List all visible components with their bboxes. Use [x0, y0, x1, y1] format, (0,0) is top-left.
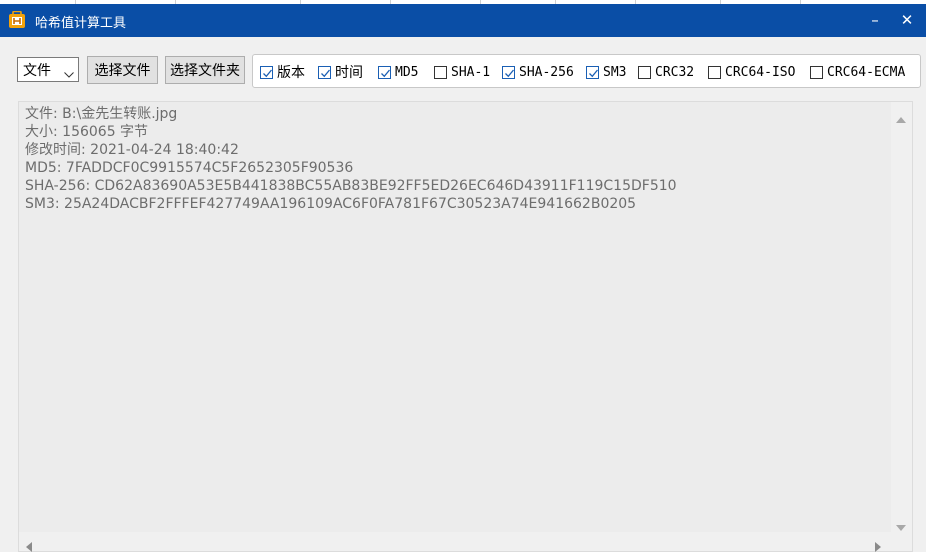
checkbox-md5[interactable]: [378, 65, 391, 79]
chevron-down-icon: [64, 66, 74, 82]
horizontal-scrollbar[interactable]: [19, 532, 893, 552]
result-line-sm3: SM3: 25A24DACBF2FFFEF427749AA196109AC6F0…: [25, 196, 637, 212]
checkmark-icon: [505, 69, 515, 77]
result-line-sha256: SHA-256: CD62A83690A53E5B441838BC55AB83B…: [25, 178, 677, 194]
checkbox-version[interactable]: [260, 65, 273, 79]
close-button[interactable]: ✕: [892, 6, 922, 34]
choose-folder-button[interactable]: 选择文件夹: [165, 56, 245, 84]
option-crc32[interactable]: CRC32: [638, 63, 694, 81]
option-time-label: 时间: [335, 65, 363, 81]
scrollbar-corner: [891, 532, 912, 551]
checkbox-time[interactable]: [318, 65, 331, 79]
option-sha1[interactable]: SHA-1: [434, 63, 490, 81]
checkmark-icon: [321, 69, 331, 77]
option-sha256[interactable]: SHA-256: [502, 63, 574, 81]
toolbar: 文件 选择文件 选择文件夹 版本 时间 MD5 SHA-1 SHA-256 SM…: [0, 37, 926, 97]
checkmark-icon: [589, 69, 599, 77]
checkbox-crc32[interactable]: [638, 65, 651, 79]
app-window: 哈希值计算工具 – ✕ 文件 选择文件 选择文件夹 版本 时间 MD5 SHA-…: [0, 4, 926, 552]
result-line-modified: 修改时间: 2021-04-24 18:40:42: [25, 142, 239, 158]
checkmark-icon: [263, 69, 273, 77]
option-version[interactable]: 版本: [260, 63, 305, 81]
result-line-md5: MD5: 7FADDCF0C9915574C5F2652305F90536: [25, 160, 354, 176]
option-md5-label: MD5: [395, 64, 419, 80]
option-crc32-label: CRC32: [655, 64, 695, 80]
option-version-label: 版本: [277, 65, 305, 81]
vertical-scrollbar[interactable]: [891, 102, 912, 533]
checkbox-crc64-iso[interactable]: [708, 65, 721, 79]
mode-select[interactable]: 文件: [17, 57, 79, 82]
checkbox-sha256[interactable]: [502, 65, 515, 79]
checkbox-crc64-ecma[interactable]: [810, 65, 823, 79]
option-crc64-ecma-label: CRC64-ECMA: [827, 64, 906, 80]
app-logo-icon: [8, 10, 26, 29]
option-md5[interactable]: MD5: [378, 63, 418, 81]
window-title: 哈希值计算工具: [35, 16, 127, 31]
result-line-file: 文件: B:\金先生转账.jpg: [25, 106, 178, 122]
scroll-right-icon[interactable]: [875, 537, 882, 556]
option-sha1-label: SHA-1: [451, 64, 491, 80]
scroll-left-icon[interactable]: [25, 537, 32, 556]
checkbox-sm3[interactable]: [586, 65, 599, 79]
option-crc64-ecma[interactable]: CRC64-ECMA: [810, 63, 905, 81]
checkbox-sha1[interactable]: [434, 65, 447, 79]
hash-options-group: 版本 时间 MD5 SHA-1 SHA-256 SM3 CRC32 CRC64-…: [252, 54, 921, 88]
result-text: 文件: B:\金先生转账.jpg 大小: 156065 字节 修改时间: 202…: [25, 105, 885, 530]
title-bar[interactable]: 哈希值计算工具 – ✕: [0, 4, 926, 37]
option-time[interactable]: 时间: [318, 63, 363, 81]
mode-select-value: 文件: [23, 63, 51, 79]
result-textbox[interactable]: 文件: B:\金先生转账.jpg 大小: 156065 字节 修改时间: 202…: [18, 101, 913, 552]
result-line-size: 大小: 156065 字节: [25, 124, 149, 140]
option-crc64-iso-label: CRC64-ISO: [725, 64, 796, 80]
option-crc64-iso[interactable]: CRC64-ISO: [708, 63, 795, 81]
minimize-button[interactable]: –: [860, 6, 890, 34]
option-sm3[interactable]: SM3: [586, 63, 626, 81]
option-sha256-label: SHA-256: [519, 64, 574, 80]
choose-file-button[interactable]: 选择文件: [87, 56, 158, 84]
option-sm3-label: SM3: [603, 64, 627, 80]
checkmark-icon: [381, 69, 391, 77]
scroll-up-icon[interactable]: [896, 108, 906, 127]
